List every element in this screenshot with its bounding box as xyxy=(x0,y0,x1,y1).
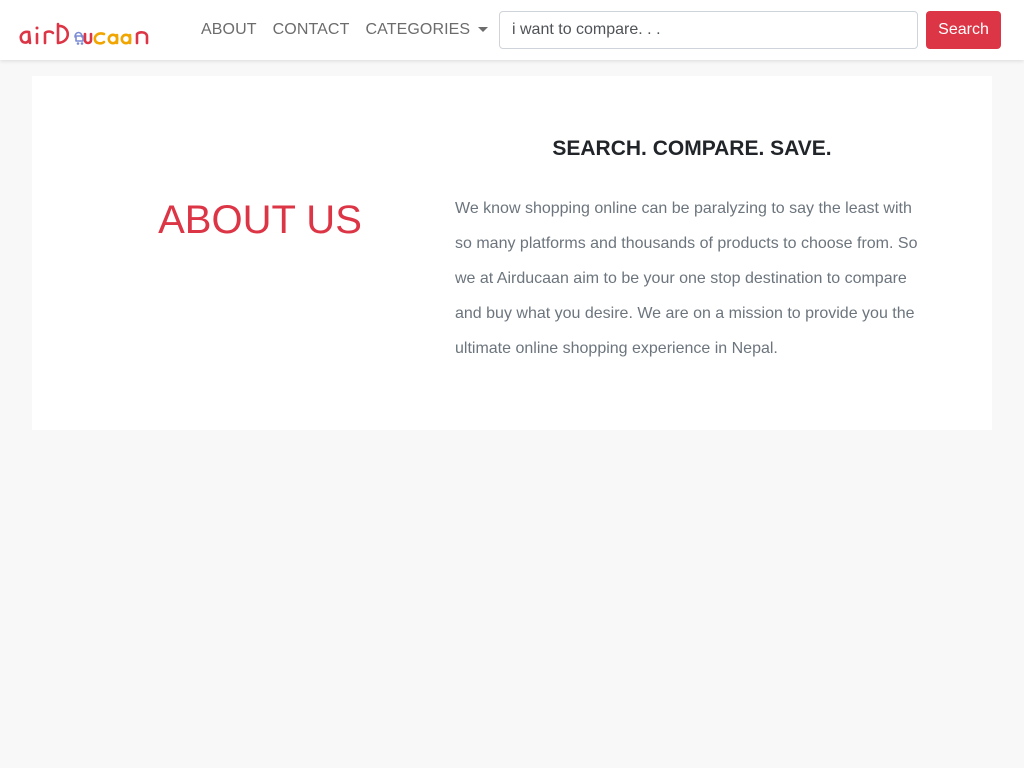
search-input[interactable] xyxy=(499,11,918,49)
brand-logo[interactable] xyxy=(18,14,174,48)
search-form: Search xyxy=(499,11,1001,49)
about-description: We know shopping online can be paralyzin… xyxy=(455,200,918,357)
categories-dropdown[interactable]: CATEGORIES xyxy=(365,19,489,41)
categories-dropdown-label: CATEGORIES xyxy=(365,21,471,38)
about-card: ABOUT US SEARCH. COMPARE. SAVE. We know … xyxy=(32,76,992,430)
nav-link-contact[interactable]: CONTACT xyxy=(273,19,350,41)
page-title: ABOUT US xyxy=(158,198,362,242)
tagline-heading: SEARCH. COMPARE. SAVE. xyxy=(552,137,832,160)
top-navbar: ABOUT CONTACT CATEGORIES Search xyxy=(0,0,1024,60)
main-nav: ABOUT CONTACT CATEGORIES xyxy=(201,19,489,41)
caret-down-icon xyxy=(478,26,489,32)
search-button[interactable]: Search xyxy=(926,11,1001,49)
nav-link-about[interactable]: ABOUT xyxy=(201,19,257,41)
logo-icon xyxy=(19,22,149,45)
